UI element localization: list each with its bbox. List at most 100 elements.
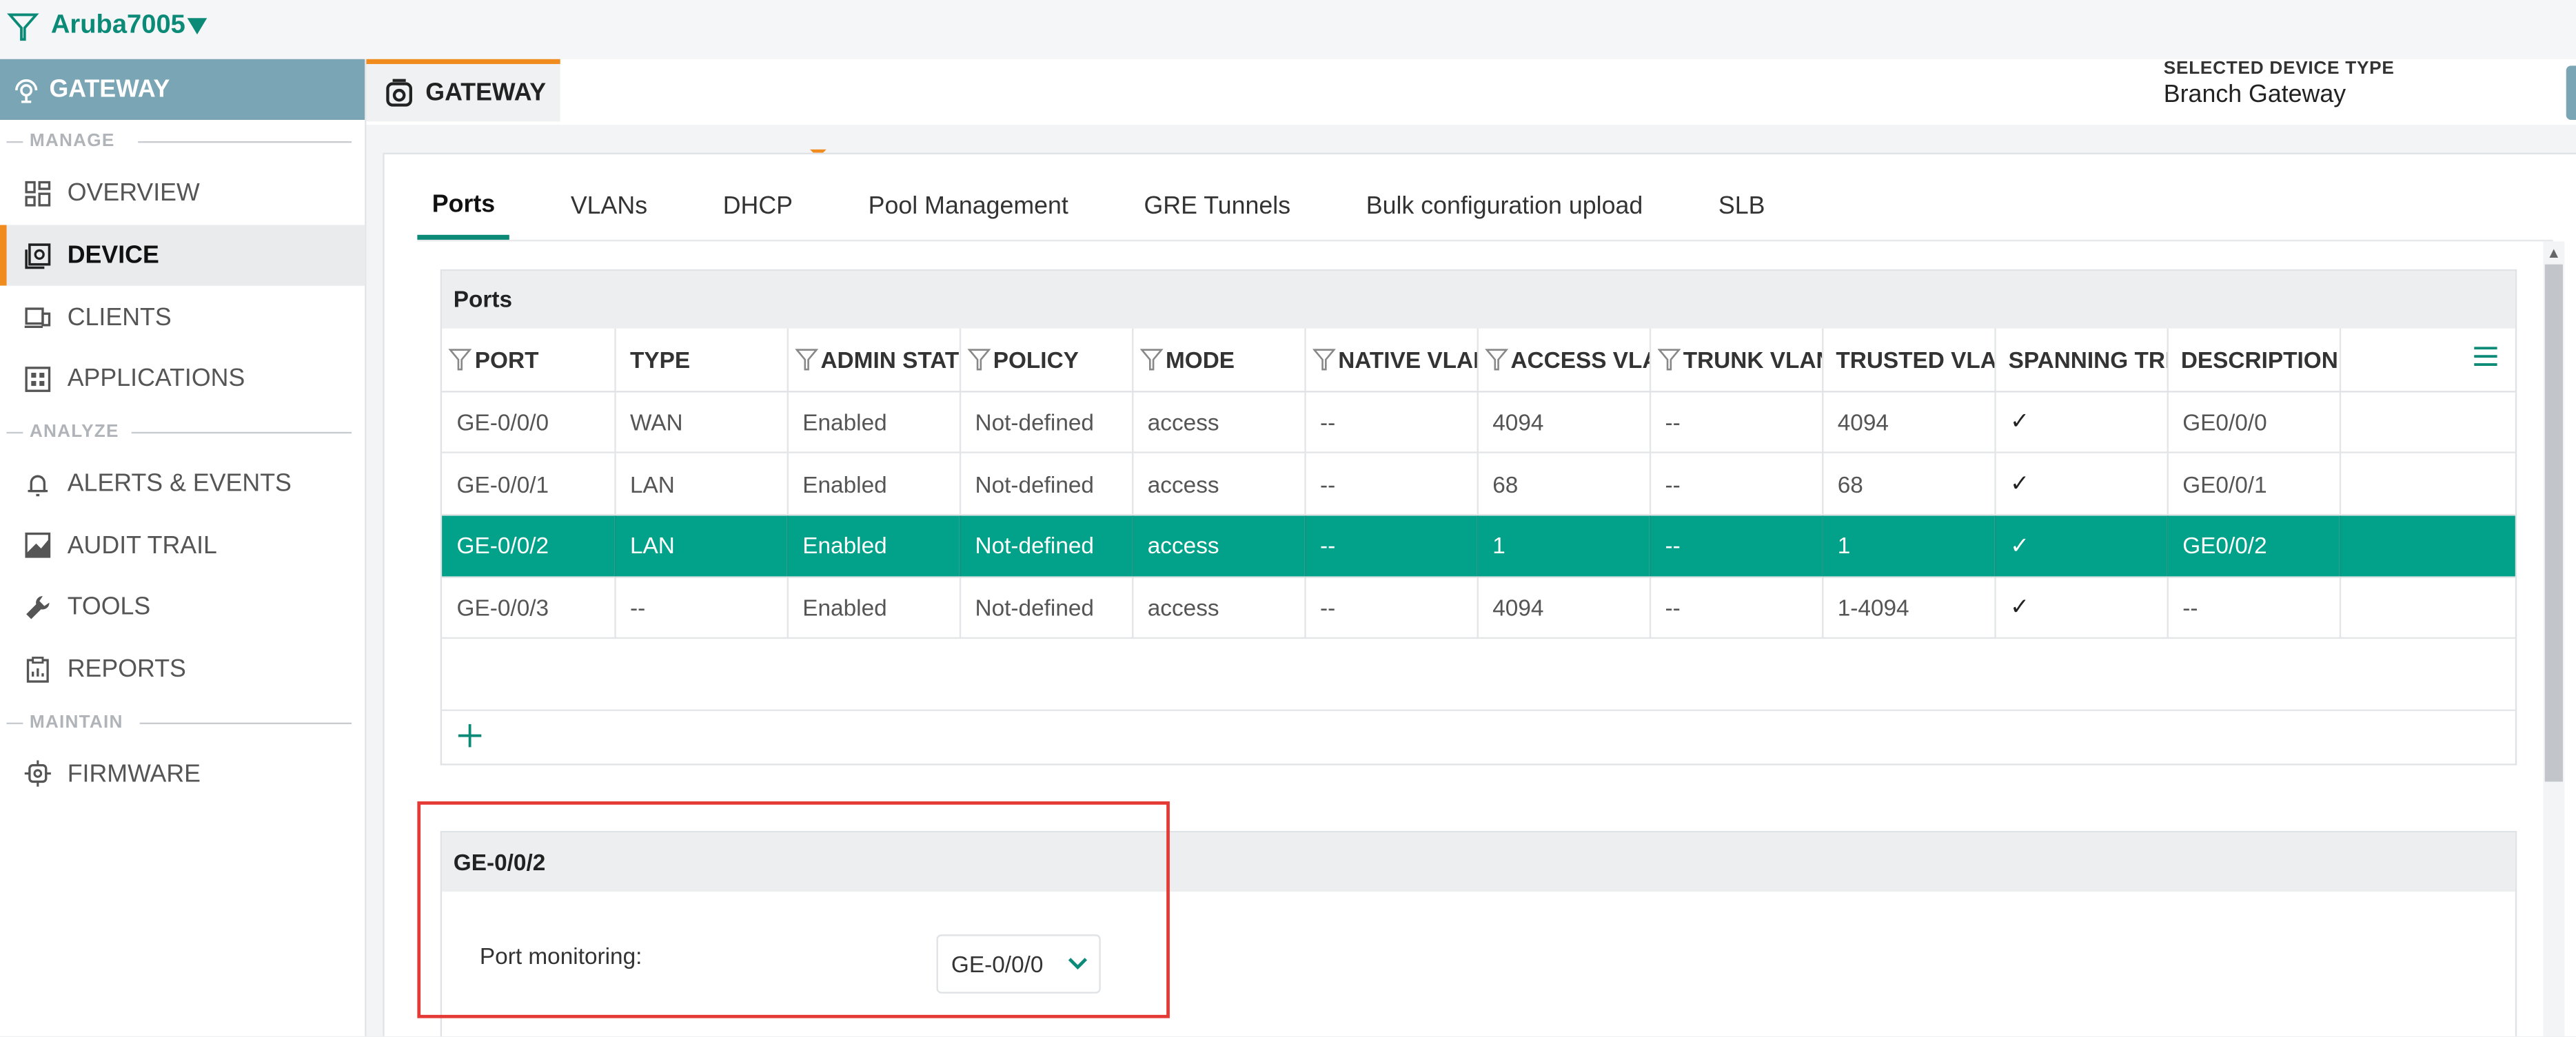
filter-icon[interactable]: [966, 348, 990, 371]
sidebar-item-alerts-events[interactable]: ALERTS & EVENTS: [0, 453, 365, 515]
cell-policy: Not-defined: [959, 453, 1133, 516]
divider: [417, 239, 2553, 242]
column-header-port[interactable]: PORT: [442, 328, 616, 392]
sidebar-item-device[interactable]: DEVICE: [0, 224, 365, 287]
column-menu[interactable]: [2339, 328, 2515, 392]
cell-description: GE0/0/1: [2167, 453, 2341, 516]
scrollbar[interactable]: ▲: [2543, 241, 2565, 1036]
filter-icon[interactable]: [1484, 348, 1508, 371]
sidebar-item-audit-trail[interactable]: AUDIT TRAIL: [0, 515, 365, 577]
section-maintain: MAINTAIN: [0, 700, 365, 743]
column-header-access-vlan[interactable]: ACCESS VLAN: [1477, 328, 1651, 392]
sidebar-item-reports[interactable]: REPORTS: [0, 639, 365, 701]
cell-spanning-tree: ✓: [1994, 514, 2168, 577]
column-header-spanning-tree[interactable]: SPANNING TREE: [1994, 328, 2168, 392]
filter-icon[interactable]: [1312, 348, 1335, 371]
column-header-policy[interactable]: POLICY: [959, 328, 1133, 392]
device-selector[interactable]: Aruba7005: [51, 12, 185, 41]
gateway-device-icon: [386, 78, 412, 106]
column-header-mode[interactable]: MODE: [1132, 328, 1306, 392]
sidebar: GATEWAY MANAGE OVERVIEW DEVICE CLIENTS A…: [0, 59, 367, 1036]
table-row-selected[interactable]: GE-0/0/2 LAN Enabled Not-defined access …: [442, 514, 2515, 577]
column-header-description[interactable]: DESCRIPTION: [2167, 328, 2341, 392]
section-analyze: ANALYZE: [0, 410, 365, 453]
tab-gateway[interactable]: GATEWAY: [366, 59, 560, 122]
table-row[interactable]: GE-0/0/0 WAN Enabled Not-defined access …: [442, 391, 2515, 454]
column-header-type[interactable]: TYPE: [614, 328, 788, 392]
sidebar-item-label: OVERVIEW: [67, 179, 200, 208]
filter-icon[interactable]: [7, 10, 40, 43]
column-label: PORT: [474, 346, 539, 373]
column-header-trunk-vlan[interactable]: TRUNK VLAN: [1649, 328, 1823, 392]
filter-icon[interactable]: [794, 348, 818, 371]
caret-down-icon[interactable]: [185, 14, 208, 37]
tab-slb[interactable]: SLB: [1703, 174, 1779, 237]
sidebar-item-label: APPLICATIONS: [67, 365, 245, 393]
cell-type: LAN: [614, 453, 788, 516]
cell-admin-state: Enabled: [787, 576, 961, 639]
tab-gateway-label: GATEWAY: [425, 79, 547, 107]
scroll-up-arrow-icon[interactable]: ▲: [2546, 245, 2561, 261]
cell-access-vlan: 68: [1477, 453, 1651, 516]
table-header-row: PORT TYPE ADMIN STATE POLICY MODE NATIVE…: [442, 328, 2515, 392]
table-row[interactable]: GE-0/0/1 LAN Enabled Not-defined access …: [442, 453, 2515, 516]
sidebar-item-label: TOOLS: [67, 593, 151, 622]
cell-trusted-vlan: 1-4094: [1822, 576, 1996, 639]
tab-bulk-configuration-upload[interactable]: Bulk configuration upload: [1351, 174, 1657, 237]
filter-icon[interactable]: [1139, 348, 1163, 371]
table-row[interactable]: GE-0/0/3 -- Enabled Not-defined access -…: [442, 576, 2515, 639]
cell-access-vlan: 1: [1477, 514, 1651, 577]
reports-icon: [26, 656, 49, 682]
column-label: POLICY: [993, 346, 1079, 373]
cell-mode: access: [1132, 453, 1306, 516]
sidebar-item-clients[interactable]: CLIENTS: [0, 287, 365, 349]
cell-admin-state: Enabled: [787, 391, 961, 454]
apps-icon: [25, 366, 51, 392]
cell-mode: access: [1132, 576, 1306, 639]
sidebar-header[interactable]: GATEWAY: [0, 59, 365, 120]
sidebar-header-label: GATEWAY: [49, 75, 170, 104]
cell-empty: [2339, 514, 2515, 577]
tab-pool-management[interactable]: Pool Management: [853, 174, 1083, 237]
side-panel-handle[interactable]: [2566, 65, 2576, 120]
column-header-native-vlan[interactable]: NATIVE VLAN: [1304, 328, 1478, 392]
filter-icon[interactable]: [448, 348, 472, 371]
tab-vlans[interactable]: VLANs: [556, 174, 662, 237]
cell-description: GE0/0/0: [2167, 391, 2341, 454]
scrollbar-thumb[interactable]: [2544, 264, 2563, 782]
column-label: NATIVE VLAN: [1338, 346, 1477, 373]
column-header-trusted-vlan[interactable]: TRUSTED VLAN: [1822, 328, 1996, 392]
cell-policy: Not-defined: [959, 391, 1133, 454]
tab-ports[interactable]: Ports: [417, 172, 510, 239]
ports-panel: Ports PORT TYPE ADMIN STATE POLICY MODE …: [440, 269, 2517, 766]
add-icon[interactable]: [455, 721, 485, 750]
cell-description: GE0/0/2: [2167, 514, 2341, 577]
cell-trunk-vlan: --: [1649, 453, 1823, 516]
tab-gre-tunnels[interactable]: GRE Tunnels: [1129, 174, 1306, 237]
top-bar: Aruba7005: [0, 0, 2576, 59]
cell-empty: [2339, 453, 2515, 516]
cell-type: --: [614, 576, 788, 639]
cell-access-vlan: 4094: [1477, 391, 1651, 454]
audit-icon: [25, 533, 51, 559]
cell-admin-state: Enabled: [787, 453, 961, 516]
filter-icon[interactable]: [1656, 348, 1680, 371]
cell-spanning-tree: ✓: [1994, 576, 2168, 639]
tab-dhcp[interactable]: DHCP: [708, 174, 807, 237]
cell-policy: Not-defined: [959, 576, 1133, 639]
cell-port: GE-0/0/3: [442, 576, 616, 639]
sidebar-item-overview[interactable]: OVERVIEW: [0, 163, 365, 225]
sidebar-item-applications[interactable]: APPLICATIONS: [0, 348, 365, 410]
cell-native-vlan: --: [1304, 514, 1478, 577]
sidebar-item-tools[interactable]: TOOLS: [0, 577, 365, 639]
sidebar-item-label: FIRMWARE: [67, 760, 201, 788]
hamburger-menu-icon[interactable]: [2473, 345, 2499, 368]
cell-native-vlan: --: [1304, 453, 1478, 516]
sidebar-item-firmware[interactable]: FIRMWARE: [0, 743, 365, 805]
column-header-admin-state[interactable]: ADMIN STATE: [787, 328, 961, 392]
main-content: Ports VLANs DHCP Pool Management GRE Tun…: [383, 152, 2576, 1036]
firmware-icon: [24, 761, 51, 788]
cell-trunk-vlan: --: [1649, 391, 1823, 454]
cell-trusted-vlan: 4094: [1822, 391, 1996, 454]
ports-table: PORT TYPE ADMIN STATE POLICY MODE NATIVE…: [442, 328, 2515, 639]
